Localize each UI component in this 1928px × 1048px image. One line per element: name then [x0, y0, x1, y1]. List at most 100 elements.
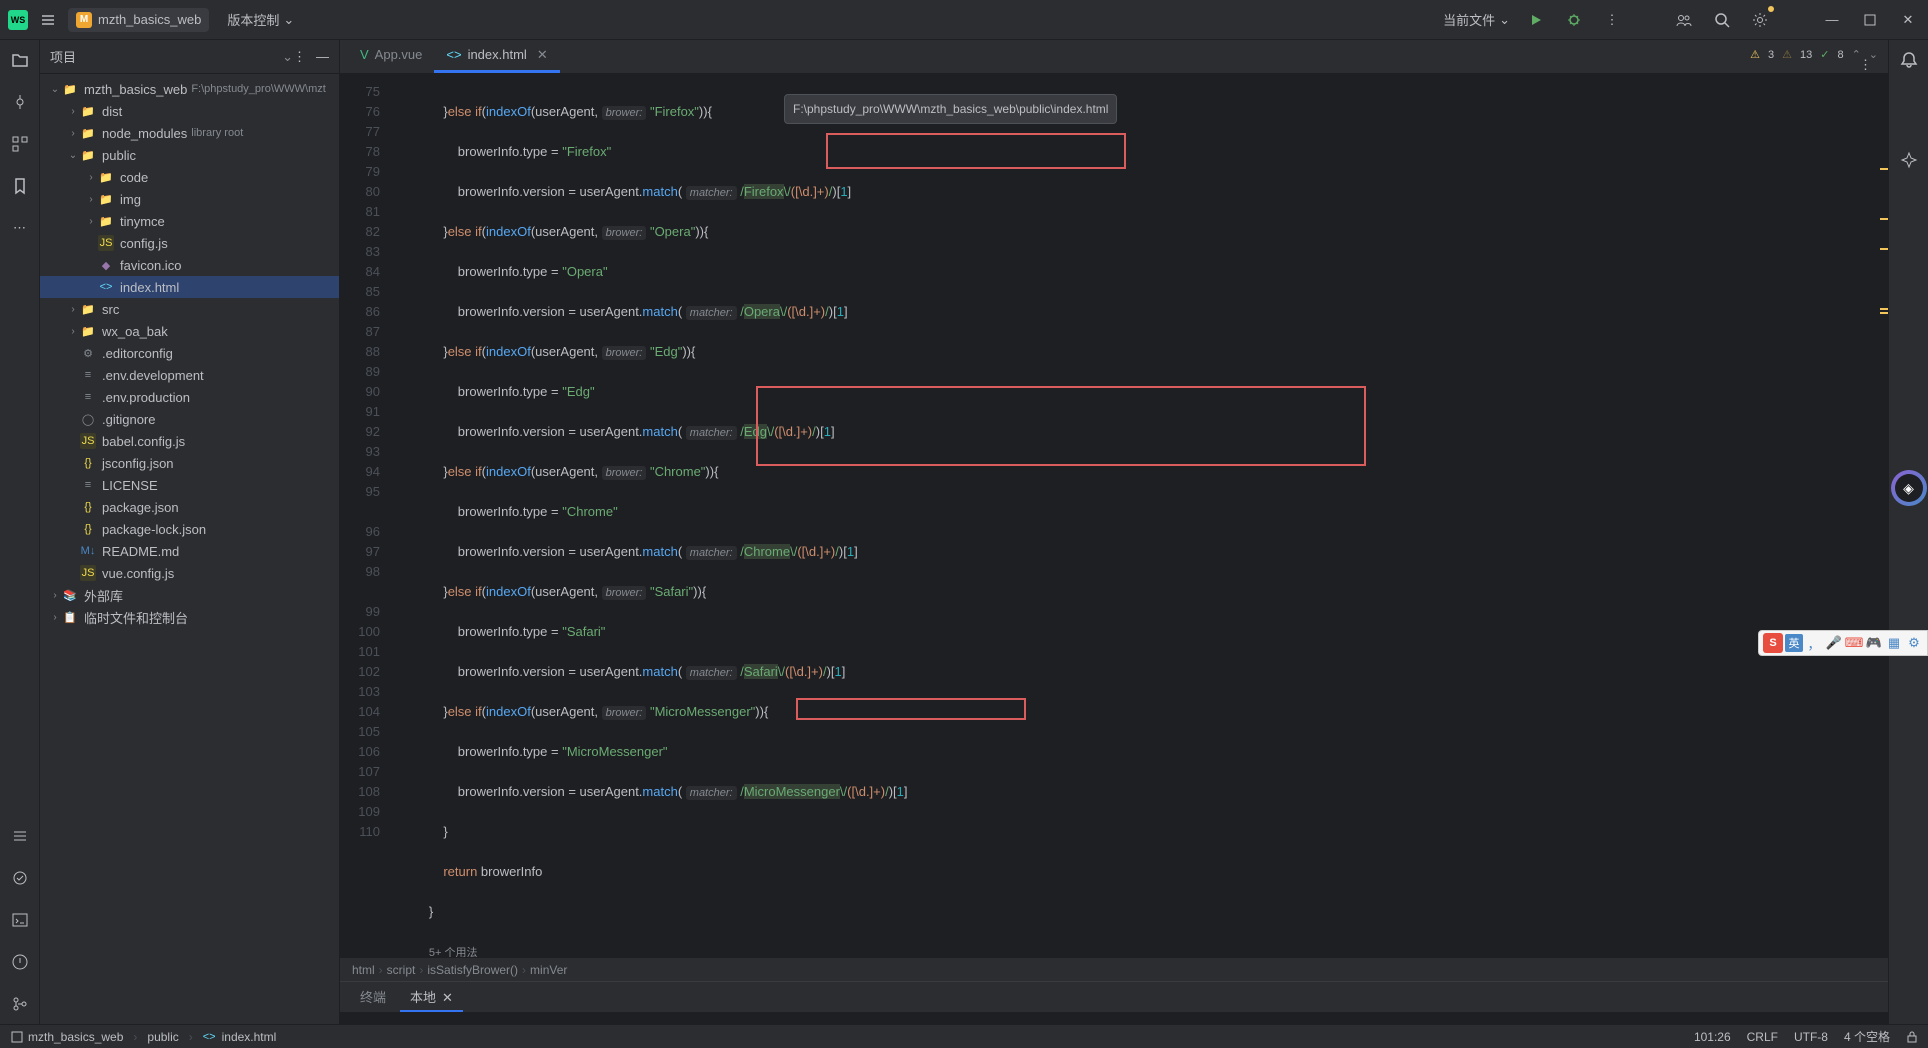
minimize-window-icon[interactable]: — [1820, 8, 1844, 32]
tree-file-gitignore[interactable]: ◯.gitignore [40, 408, 339, 430]
cursor-position[interactable]: 101:26 [1694, 1030, 1731, 1044]
run-config-dropdown[interactable]: 当前文件 ⌄ [1443, 10, 1510, 29]
ime-punct-icon[interactable]: ， [1805, 634, 1823, 652]
breadcrumb[interactable]: html› script› isSatisfyBrower()› minVer [340, 957, 1888, 981]
tab-app-vue[interactable]: VApp.vue [348, 39, 434, 73]
tree-file-readme[interactable]: M↓README.md [40, 540, 339, 562]
code-content[interactable]: }else if(indexOf(userAgent, brower: "Fir… [390, 74, 1888, 957]
close-tab-icon[interactable]: ✕ [537, 47, 548, 63]
gutter: 7576777879808182838485868788899091929394… [340, 74, 390, 957]
tree-folder-code[interactable]: ›📁code [40, 166, 339, 188]
tree-external-libs[interactable]: ›📚外部库 [40, 584, 339, 606]
panel-options-icon[interactable]: ⋮ [293, 49, 306, 65]
close-terminal-tab-icon[interactable]: ✕ [442, 990, 453, 1005]
tree-folder-src[interactable]: ›📁src [40, 298, 339, 320]
ime-toolbar[interactable]: S 英 ， 🎤 ⌨ 🎮 ▦ ⚙ [1758, 630, 1928, 656]
tree-folder-img[interactable]: ›📁img [40, 188, 339, 210]
services-tool-icon[interactable] [8, 866, 32, 890]
tree-file-license[interactable]: ≡LICENSE [40, 474, 339, 496]
project-panel: 项目 ⌄ ⋮ — ⌄📁mzth_basics_webF:\phpstudy_pr… [40, 40, 340, 1024]
terminal-tab-local[interactable]: 本地✕ [400, 983, 463, 1012]
debug-button[interactable] [1562, 8, 1586, 32]
project-name: mzth_basics_web [98, 12, 201, 27]
tree-file-config-js[interactable]: JSconfig.js [40, 232, 339, 254]
tree-file-env-dev[interactable]: ≡.env.development [40, 364, 339, 386]
tree-file-index-html[interactable]: <>index.html [40, 276, 339, 298]
tab-index-html[interactable]: <>index.html✕ [434, 39, 559, 73]
notifications-icon[interactable] [1897, 48, 1921, 72]
tree-file-favicon[interactable]: ◆favicon.ico [40, 254, 339, 276]
panel-hide-icon[interactable]: — [316, 49, 329, 64]
project-icon: M [76, 12, 92, 28]
tree-scratches[interactable]: ›📋临时文件和控制台 [40, 606, 339, 628]
vcs-dropdown[interactable]: 版本控制 ⌄ [227, 10, 294, 29]
status-bar: mzth_basics_web › public › <> index.html… [0, 1024, 1928, 1048]
tree-file-env-prod[interactable]: ≡.env.production [40, 386, 339, 408]
right-tool-rail: ◈ [1888, 40, 1928, 1024]
run-button[interactable] [1524, 8, 1548, 32]
structure-tool-icon[interactable] [8, 132, 32, 156]
tree-file-package-json[interactable]: {}package.json [40, 496, 339, 518]
terminal-tool-icon[interactable] [8, 908, 32, 932]
tree-file-babel-config[interactable]: JSbabel.config.js [40, 430, 339, 452]
more-actions-icon[interactable]: ⋮ [1600, 8, 1624, 32]
error-stripe[interactable] [1876, 108, 1888, 931]
left-tool-rail: ⋯ [0, 40, 40, 1024]
readonly-lock-icon[interactable] [1906, 1031, 1918, 1043]
panel-title: 项目 [50, 47, 278, 66]
tree-file-jsconfig[interactable]: {}jsconfig.json [40, 452, 339, 474]
project-badge[interactable]: M mzth_basics_web [68, 8, 209, 32]
ime-settings-icon[interactable]: ⚙ [1905, 634, 1923, 652]
terminal-body[interactable] [340, 1012, 1888, 1024]
ime-grid-icon[interactable]: ▦ [1885, 634, 1903, 652]
code-editor[interactable]: 7576777879808182838485868788899091929394… [340, 74, 1888, 957]
tree-file-editorconfig[interactable]: ⚙.editorconfig [40, 342, 339, 364]
code-with-me-icon[interactable] [1672, 8, 1696, 32]
tree-folder-public[interactable]: ⌄📁public [40, 144, 339, 166]
tree-root[interactable]: ⌄📁mzth_basics_webF:\phpstudy_pro\WWW\mzt [40, 78, 339, 100]
ime-logo-icon: S [1763, 633, 1783, 653]
commit-tool-icon[interactable] [8, 90, 32, 114]
path-tooltip: F:\phpstudy_pro\WWW\mzth_basics_web\publ… [784, 94, 1117, 124]
project-tree[interactable]: ⌄📁mzth_basics_webF:\phpstudy_pro\WWW\mzt… [40, 74, 339, 1024]
close-window-icon[interactable]: ✕ [1896, 8, 1920, 32]
run-config-label: 当前文件 [1443, 10, 1495, 29]
search-icon[interactable] [1710, 8, 1734, 32]
terminal-tab-main[interactable]: 终端 [350, 983, 396, 1012]
tree-folder-node-modules[interactable]: ›📁node_moduleslibrary root [40, 122, 339, 144]
vcs-tool-icon[interactable] [8, 992, 32, 1016]
bookmarks-tool-icon[interactable] [8, 174, 32, 198]
panel-dropdown-icon[interactable]: ⌄ [282, 49, 293, 65]
indent-settings[interactable]: 4 个空格 [1844, 1028, 1890, 1045]
todo-tool-icon[interactable] [8, 824, 32, 848]
inspection-widget[interactable]: ⚠3 ⚠13 ✓8 ⌃⌄ [1750, 48, 1878, 61]
ai-assistant-icon[interactable] [1897, 148, 1921, 172]
ai-chat-badge[interactable]: ◈ [1891, 470, 1927, 506]
tree-folder-wx-oa-bak[interactable]: ›📁wx_oa_bak [40, 320, 339, 342]
tree-file-package-lock[interactable]: {}package-lock.json [40, 518, 339, 540]
top-toolbar: WS M mzth_basics_web 版本控制 ⌄ 当前文件 ⌄ ⋮ [0, 0, 1928, 40]
editor-tabs: VApp.vue <>index.html✕ ⋮ [340, 40, 1888, 74]
file-encoding[interactable]: UTF-8 [1794, 1030, 1828, 1044]
git-branch-widget[interactable]: mzth_basics_web [10, 1030, 123, 1044]
ime-voice-icon[interactable]: 🎤 [1825, 634, 1843, 652]
line-separator[interactable]: CRLF [1747, 1030, 1778, 1044]
chevron-down-icon: ⌄ [283, 12, 294, 28]
project-tool-icon[interactable] [8, 48, 32, 72]
tree-file-vue-config[interactable]: JSvue.config.js [40, 562, 339, 584]
vcs-label: 版本控制 [227, 10, 279, 29]
problems-tool-icon[interactable] [8, 950, 32, 974]
ime-game-icon[interactable]: 🎮 [1865, 634, 1883, 652]
tree-folder-dist[interactable]: ›📁dist [40, 100, 339, 122]
main-menu-icon[interactable] [36, 8, 60, 32]
status-folder[interactable]: public [147, 1030, 178, 1044]
editor-area: VApp.vue <>index.html✕ ⋮ ⚠3 ⚠13 ✓8 ⌃⌄ 75… [340, 40, 1888, 1024]
settings-icon[interactable] [1748, 8, 1772, 32]
maximize-window-icon[interactable] [1858, 8, 1882, 32]
ime-keyboard-icon[interactable]: ⌨ [1845, 634, 1863, 652]
chevron-down-icon: ⌄ [1499, 12, 1510, 28]
more-tools-icon[interactable]: ⋯ [8, 216, 32, 240]
ime-lang-icon[interactable]: 英 [1785, 634, 1803, 652]
tree-folder-tinymce[interactable]: ›📁tinymce [40, 210, 339, 232]
status-file[interactable]: index.html [222, 1030, 277, 1044]
